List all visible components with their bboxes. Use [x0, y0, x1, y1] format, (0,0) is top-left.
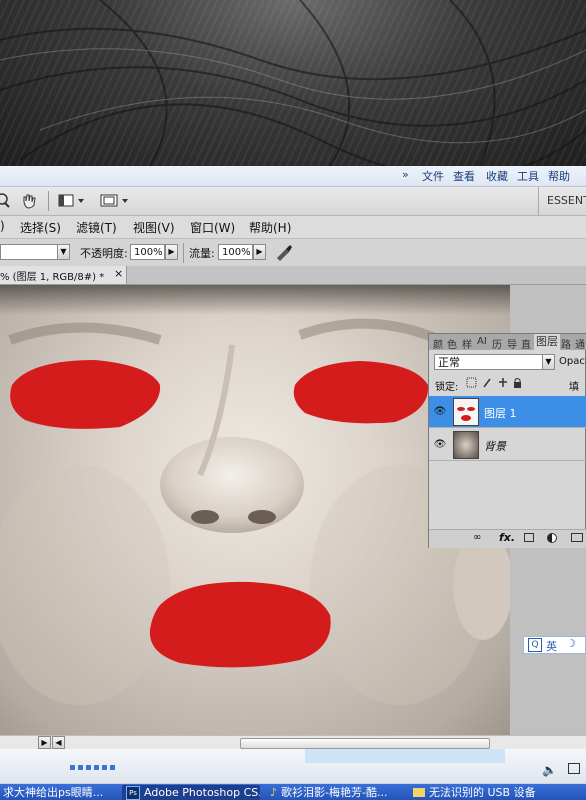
- taskbar-item-label: 无法识别的 USB 设备: [429, 786, 536, 799]
- folder-icon[interactable]: [571, 533, 583, 542]
- folder-icon: [413, 788, 425, 797]
- browser-menu-view[interactable]: 查看: [453, 168, 475, 184]
- menu-help[interactable]: 帮助(H): [249, 219, 291, 236]
- taskbar-item-label: Adobe Photoshop CS...: [144, 786, 260, 799]
- document-tab-row: % (图层 1, RGB/8#) * ×: [0, 266, 586, 285]
- menu-item-cut[interactable]: ): [0, 219, 5, 233]
- opacity-label: Opacit: [559, 356, 586, 367]
- taskbar-item-usb[interactable]: 无法识别的 USB 设备: [410, 785, 586, 800]
- horizontal-scrollbar[interactable]: ▶ ◀: [0, 735, 586, 750]
- hand-tool-icon[interactable]: [20, 192, 38, 210]
- layer-row-layer1[interactable]: 👁 图层 1: [429, 396, 586, 428]
- menu-filter[interactable]: 滤镜(T): [76, 219, 117, 236]
- flow-label: 流量:: [189, 247, 215, 260]
- layer-row-background[interactable]: 👁 背景: [429, 429, 586, 461]
- browser-menu-tools[interactable]: 工具: [517, 168, 539, 184]
- toolbar-divider: [538, 187, 539, 215]
- windows-taskbar: 求大神给出ps眼睛... Ps Adobe Photoshop CS... ♪ 歌衫…: [0, 784, 586, 800]
- chevron-down-icon[interactable]: ▼: [542, 354, 555, 370]
- zoom-icon[interactable]: [0, 193, 10, 209]
- status-panel: [305, 749, 505, 763]
- layers-footer: ∞ fx.: [429, 529, 586, 548]
- scrollbar-thumb[interactable]: [240, 738, 490, 749]
- ime-lang-label[interactable]: 英: [546, 638, 557, 654]
- tab-channels[interactable]: 通: [575, 336, 585, 351]
- layer-name[interactable]: 背景: [484, 438, 506, 454]
- taskbar-item-label: 求大神给出ps眼睛...: [3, 786, 104, 799]
- taskbar-item-label: 歌衫泪影-梅艳芳-酷...: [281, 786, 388, 799]
- arrange-documents-icon[interactable]: [58, 194, 86, 208]
- chevron-right-icon[interactable]: ▶: [253, 244, 266, 260]
- browser-status-strip: 🔈: [0, 749, 586, 783]
- tool-options-bar: ▼ 不透明度: 100% ▶ 流量: 100% ▶: [0, 239, 586, 267]
- music-icon: ♪: [270, 786, 278, 799]
- toolbar-divider: [48, 191, 49, 211]
- blend-mode-select[interactable]: 正常: [434, 354, 546, 370]
- layers-panel: 颜 色 样 AI 历 导 直 图层 路 通 正常 ▼ Opacit 锁定: 填充…: [428, 333, 586, 548]
- browser-menu-strip: » 文件 查看 收藏 工具 帮助: [0, 166, 586, 187]
- screen-mode-icon[interactable]: [100, 194, 130, 208]
- taskbar-item-photoshop[interactable]: Ps Adobe Photoshop CS...: [122, 785, 260, 800]
- lock-options-icons[interactable]: [466, 377, 526, 389]
- tab-paths[interactable]: 路: [561, 336, 571, 351]
- ime-icon[interactable]: Q: [528, 638, 542, 652]
- link-icon[interactable]: ∞: [473, 532, 481, 543]
- close-icon[interactable]: ×: [114, 267, 123, 280]
- toolbar-divider: [183, 243, 184, 263]
- lock-label: 锁定:: [435, 382, 459, 393]
- photoshop-menu-bar: ) 选择(S) 滤镜(T) 视图(V) 窗口(W) 帮助(H): [0, 216, 586, 239]
- tab-ai[interactable]: AI: [477, 336, 487, 347]
- tab-navigator[interactable]: 导: [507, 336, 517, 351]
- chevron-left-icon[interactable]: ◀: [52, 736, 65, 749]
- adjustment-icon[interactable]: [547, 533, 557, 543]
- panel-tabs: 颜 色 样 AI 历 导 直 图层 路 通: [429, 334, 586, 351]
- browser-menu-favorites[interactable]: 收藏: [486, 168, 508, 184]
- opacity-label: 不透明度:: [80, 247, 128, 260]
- printer-icon[interactable]: [568, 763, 580, 774]
- ime-language-bar[interactable]: Q 英 ☽: [523, 636, 586, 654]
- workspace-switcher[interactable]: ESSENT: [547, 194, 586, 207]
- brush-mode-select[interactable]: [0, 244, 58, 260]
- layer-name[interactable]: 图层 1: [484, 405, 517, 421]
- tab-swatches[interactable]: 色: [447, 336, 457, 351]
- chevron-right-icon[interactable]: ▶: [165, 244, 178, 260]
- tab-color[interactable]: 颜: [433, 336, 443, 351]
- fx-icon[interactable]: fx.: [499, 531, 515, 544]
- chevron-right-icon[interactable]: ▶: [38, 736, 51, 749]
- tab-layers[interactable]: 图层: [534, 334, 560, 350]
- eye-icon[interactable]: 👁: [433, 406, 447, 418]
- mask-icon[interactable]: [524, 533, 534, 542]
- chevron-more-icon[interactable]: »: [402, 168, 409, 181]
- moon-icon[interactable]: ☽: [566, 637, 576, 650]
- browser-menu-file[interactable]: 文件: [422, 168, 444, 184]
- photoshop-icon: Ps: [126, 786, 140, 800]
- layer-thumbnail: [453, 398, 479, 426]
- layer-thumbnail: [453, 431, 479, 459]
- flow-field[interactable]: 100%: [218, 244, 253, 260]
- menu-view[interactable]: 视图(V): [133, 219, 175, 236]
- eye-icon[interactable]: 👁: [433, 439, 447, 451]
- tab-history[interactable]: 历: [492, 336, 502, 351]
- menu-select[interactable]: 选择(S): [20, 219, 61, 236]
- progress-dots: [70, 759, 115, 773]
- menu-window[interactable]: 窗口(W): [190, 219, 235, 236]
- tab-histogram[interactable]: 直: [521, 336, 531, 351]
- hair-strands-decoration: [0, 0, 586, 166]
- taskbar-item-browser[interactable]: 求大神给出ps眼睛...: [0, 785, 116, 800]
- chevron-down-icon[interactable]: ▼: [57, 244, 70, 260]
- document-tab-title: % (图层 1, RGB/8#) *: [0, 272, 105, 283]
- opacity-field[interactable]: 100%: [130, 244, 165, 260]
- taskbar-item-music[interactable]: ♪ 歌衫泪影-梅艳芳-酷...: [266, 785, 404, 800]
- document-tab[interactable]: % (图层 1, RGB/8#) * ×: [0, 266, 127, 284]
- photoshop-app-bar: ESSENT: [0, 187, 586, 216]
- tab-styles[interactable]: 样: [462, 336, 472, 351]
- airbrush-icon[interactable]: [274, 243, 294, 261]
- speaker-icon[interactable]: 🔈: [542, 763, 557, 777]
- browser-menu-help[interactable]: 帮助: [548, 168, 570, 184]
